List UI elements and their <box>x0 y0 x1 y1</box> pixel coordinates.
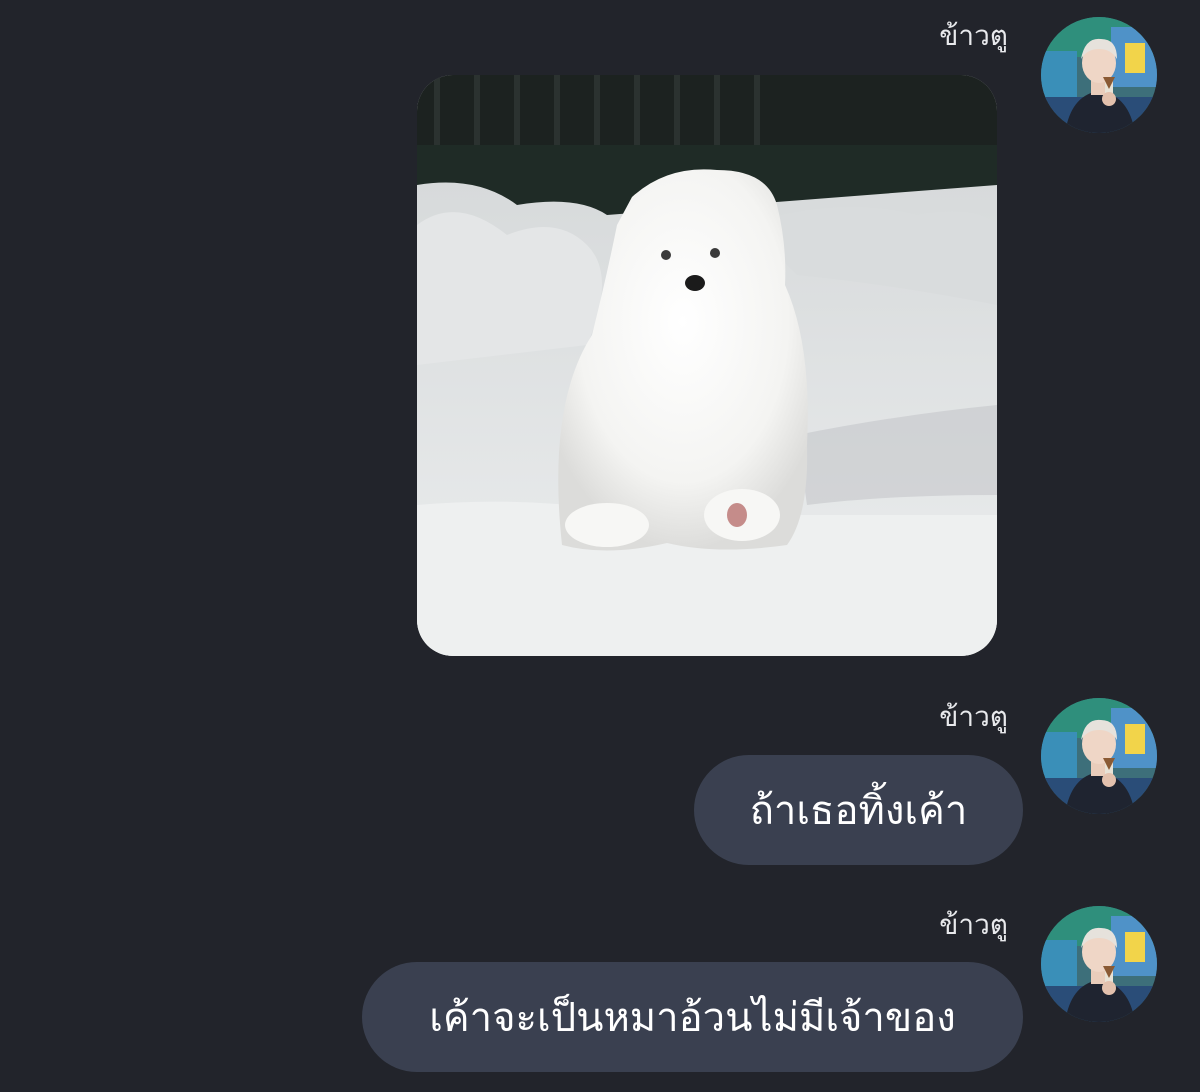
chat-thread: ข้าวตู ข้าวตู ถ้าเธอทิ้งเค้า ข้าวตู เค้า… <box>0 0 1200 1092</box>
sender-name: ข้าวตู <box>939 908 1008 941</box>
sender-name: ข้าวตู <box>939 19 1008 52</box>
avatar-photo-icon <box>1041 698 1157 814</box>
sender-name: ข้าวตู <box>939 700 1008 733</box>
message-bubble[interactable]: เค้าจะเป็นหมาอ้วนไม่มีเจ้าของ <box>362 962 1023 1072</box>
samoyed-puppy-in-snow-photo-icon <box>417 75 997 656</box>
avatar-photo-icon <box>1041 17 1157 133</box>
user-avatar[interactable] <box>1041 906 1157 1022</box>
avatar-photo-icon <box>1041 906 1157 1022</box>
user-avatar[interactable] <box>1041 17 1157 133</box>
image-attachment[interactable] <box>417 75 997 656</box>
user-avatar[interactable] <box>1041 698 1157 814</box>
message-bubble[interactable]: ถ้าเธอทิ้งเค้า <box>694 755 1023 865</box>
